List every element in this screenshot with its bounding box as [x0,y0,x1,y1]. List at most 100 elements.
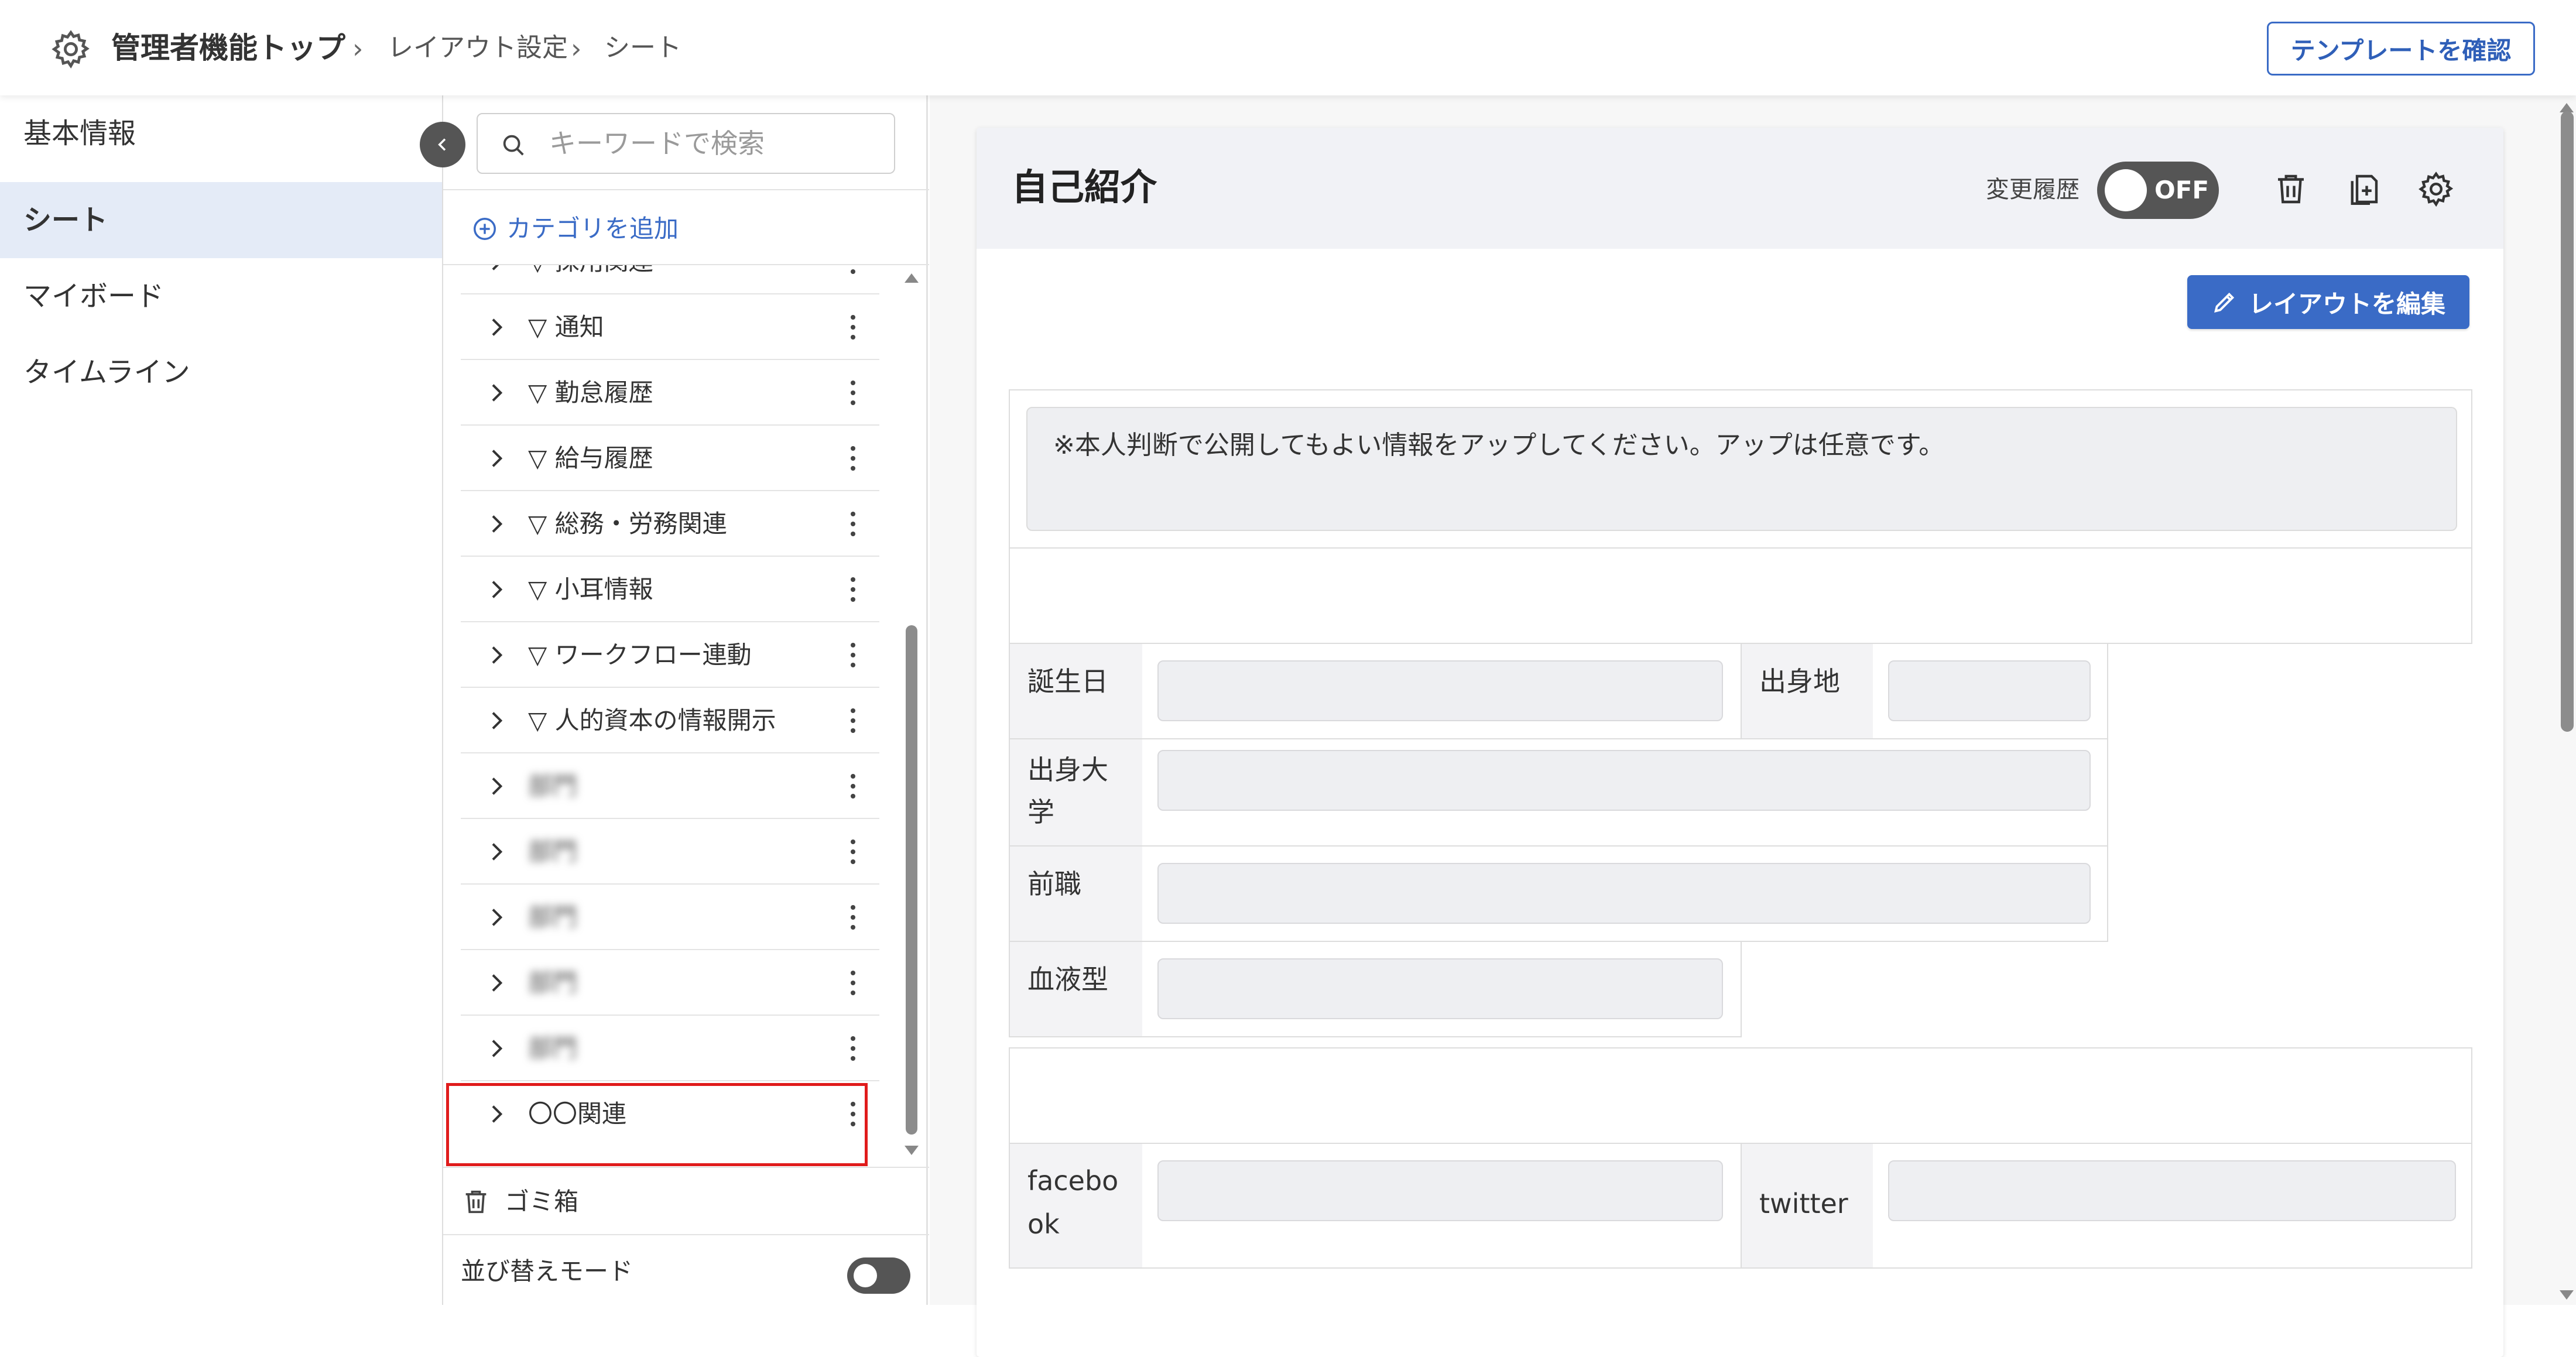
more-vertical-icon[interactable] [847,640,859,670]
more-vertical-icon[interactable] [847,1033,859,1064]
more-vertical-icon[interactable] [847,509,859,539]
field-row: 誕生日 出身地 [1009,643,2108,739]
category-row[interactable]: ▽ ワークフロー連動 [461,622,879,688]
sort-mode-toggle[interactable] [847,1257,910,1294]
nav-item-timeline[interactable]: タイムライン [0,334,442,410]
nav-item-basic-info[interactable]: 基本情報 [0,95,442,172]
category-row[interactable]: ▽ 給与履歴 [461,426,879,491]
category-row[interactable]: ▽ 採用関連 [461,265,879,294]
hometown-input[interactable] [1888,660,2091,721]
category-label-blurred: 部門 [528,1034,578,1063]
category-row[interactable]: 部門 [461,753,879,819]
university-input[interactable] [1157,750,2091,811]
chevron-right-icon[interactable] [484,775,508,798]
field-label-facebook: facebook [1010,1144,1142,1267]
category-label-blurred: 部門 [528,968,578,997]
more-vertical-icon[interactable] [847,378,859,408]
category-row[interactable]: 部門 [461,950,879,1016]
previous-job-input[interactable] [1157,863,2091,924]
trash-row[interactable]: ゴミ箱 [443,1167,929,1234]
category-label-blurred: 部門 [528,903,578,931]
check-template-button[interactable]: テンプレートを確認 [2267,22,2535,76]
chevron-right-icon[interactable] [484,316,508,339]
scroll-up-arrow-icon[interactable] [902,271,922,285]
nav-item-sheet[interactable]: シート [0,182,442,258]
collapse-panel-button[interactable] [420,122,465,167]
empty-section [1009,1047,2472,1144]
birthday-input[interactable] [1157,660,1723,721]
more-vertical-icon[interactable] [847,902,859,933]
field-label-previous-job: 前職 [1010,847,1142,941]
chevron-right-icon[interactable] [484,1037,508,1060]
field-label-birthday: 誕生日 [1010,644,1142,738]
blood-type-input[interactable] [1157,958,1723,1019]
category-row[interactable]: 部門 [461,819,879,885]
more-vertical-icon[interactable] [847,771,859,801]
pencil-icon [2214,292,2235,313]
top-header: 管理者機能トップ › レイアウト設定 › シート テンプレートを確認 [0,0,2576,95]
copy-add-icon[interactable] [2344,167,2383,211]
empty-section [1009,547,2472,644]
more-vertical-icon[interactable] [847,705,859,736]
category-label: ▽ 勤怠履歴 [528,378,653,407]
history-toggle[interactable]: OFF [2097,162,2219,219]
twitter-input[interactable] [1888,1160,2456,1221]
page-scroll-down-icon[interactable] [2557,1288,2576,1302]
category-list-scrollbar-thumb[interactable] [906,625,917,1135]
add-category-label: カテゴリを追加 [506,214,679,243]
chevron-right-icon[interactable] [484,512,508,536]
chevron-right-icon[interactable] [484,643,508,667]
gear-icon[interactable] [2417,167,2455,211]
chevron-right-icon[interactable] [484,971,508,995]
edit-layout-label: レイアウトを編集 [2248,289,2445,318]
category-row[interactable]: ▽ 人的資本の情報開示 [461,688,879,753]
sheet-card: 自己紹介 変更履歴 OFF レイアウトを編集 ※本人判断で公開してもよい情報をア… [977,128,2503,1357]
more-vertical-icon[interactable] [847,265,859,277]
chevron-right-icon[interactable] [484,578,508,601]
category-label-blurred: 部門 [528,837,578,866]
chevron-right-icon[interactable] [484,381,508,405]
chevron-right-icon[interactable] [484,447,508,470]
category-row[interactable]: ▽ 通知 [461,294,879,360]
chevron-right-icon[interactable] [484,265,508,273]
gear-icon[interactable] [50,28,92,70]
chevron-right-icon[interactable] [484,906,508,929]
add-category-link[interactable]: カテゴリを追加 [471,211,679,246]
main-content: 自己紹介 変更履歴 OFF レイアウトを編集 ※本人判断で公開してもよい情報をア… [930,95,2576,1357]
more-vertical-icon[interactable] [847,837,859,867]
category-label: ▽ 小耳情報 [528,575,653,604]
sort-mode-label: 並び替えモード [461,1257,633,1286]
search-input[interactable] [548,120,876,167]
edit-layout-button[interactable]: レイアウトを編集 [2187,275,2469,329]
chevron-right-icon: › [352,33,364,64]
category-row[interactable]: ▽ 総務・労務関連 [461,491,879,557]
field-label-university: 出身大学 [1010,739,1142,845]
more-vertical-icon[interactable] [847,574,859,605]
field-label-hometown: 出身地 [1742,644,1873,738]
category-row[interactable]: ▽ 小耳情報 [461,557,879,622]
category-row[interactable]: 部門 [461,885,879,950]
category-row[interactable]: 部門 [461,1016,879,1081]
category-label: ▽ 総務・労務関連 [528,509,727,538]
category-label: ▽ 採用関連 [528,265,653,294]
breadcrumb-level1[interactable]: レイアウト設定 [388,32,568,64]
sheet-title: 自己紹介 [1012,166,1157,208]
more-vertical-icon[interactable] [847,968,859,998]
search-icon [503,135,524,156]
field-row: 血液型 [1009,941,1742,1037]
field-row: facebook twitter [1009,1143,2472,1269]
more-vertical-icon[interactable] [847,312,859,342]
category-row[interactable]: ▽ 勤怠履歴 [461,360,879,426]
more-vertical-icon[interactable] [847,443,859,474]
page-scrollbar-thumb[interactable] [2561,111,2574,732]
facebook-input[interactable] [1157,1160,1723,1221]
card-header: 自己紹介 変更履歴 OFF [977,128,2503,249]
chevron-right-icon[interactable] [484,840,508,863]
breadcrumb-root[interactable]: 管理者機能トップ [111,29,345,67]
scroll-down-arrow-icon[interactable] [902,1143,922,1157]
chevron-right-icon[interactable] [484,709,508,732]
trash-icon[interactable] [2272,167,2310,211]
trash-icon [465,1190,487,1214]
field-label-twitter: twitter [1742,1144,1873,1267]
nav-item-myboard[interactable]: マイボード [0,258,442,334]
